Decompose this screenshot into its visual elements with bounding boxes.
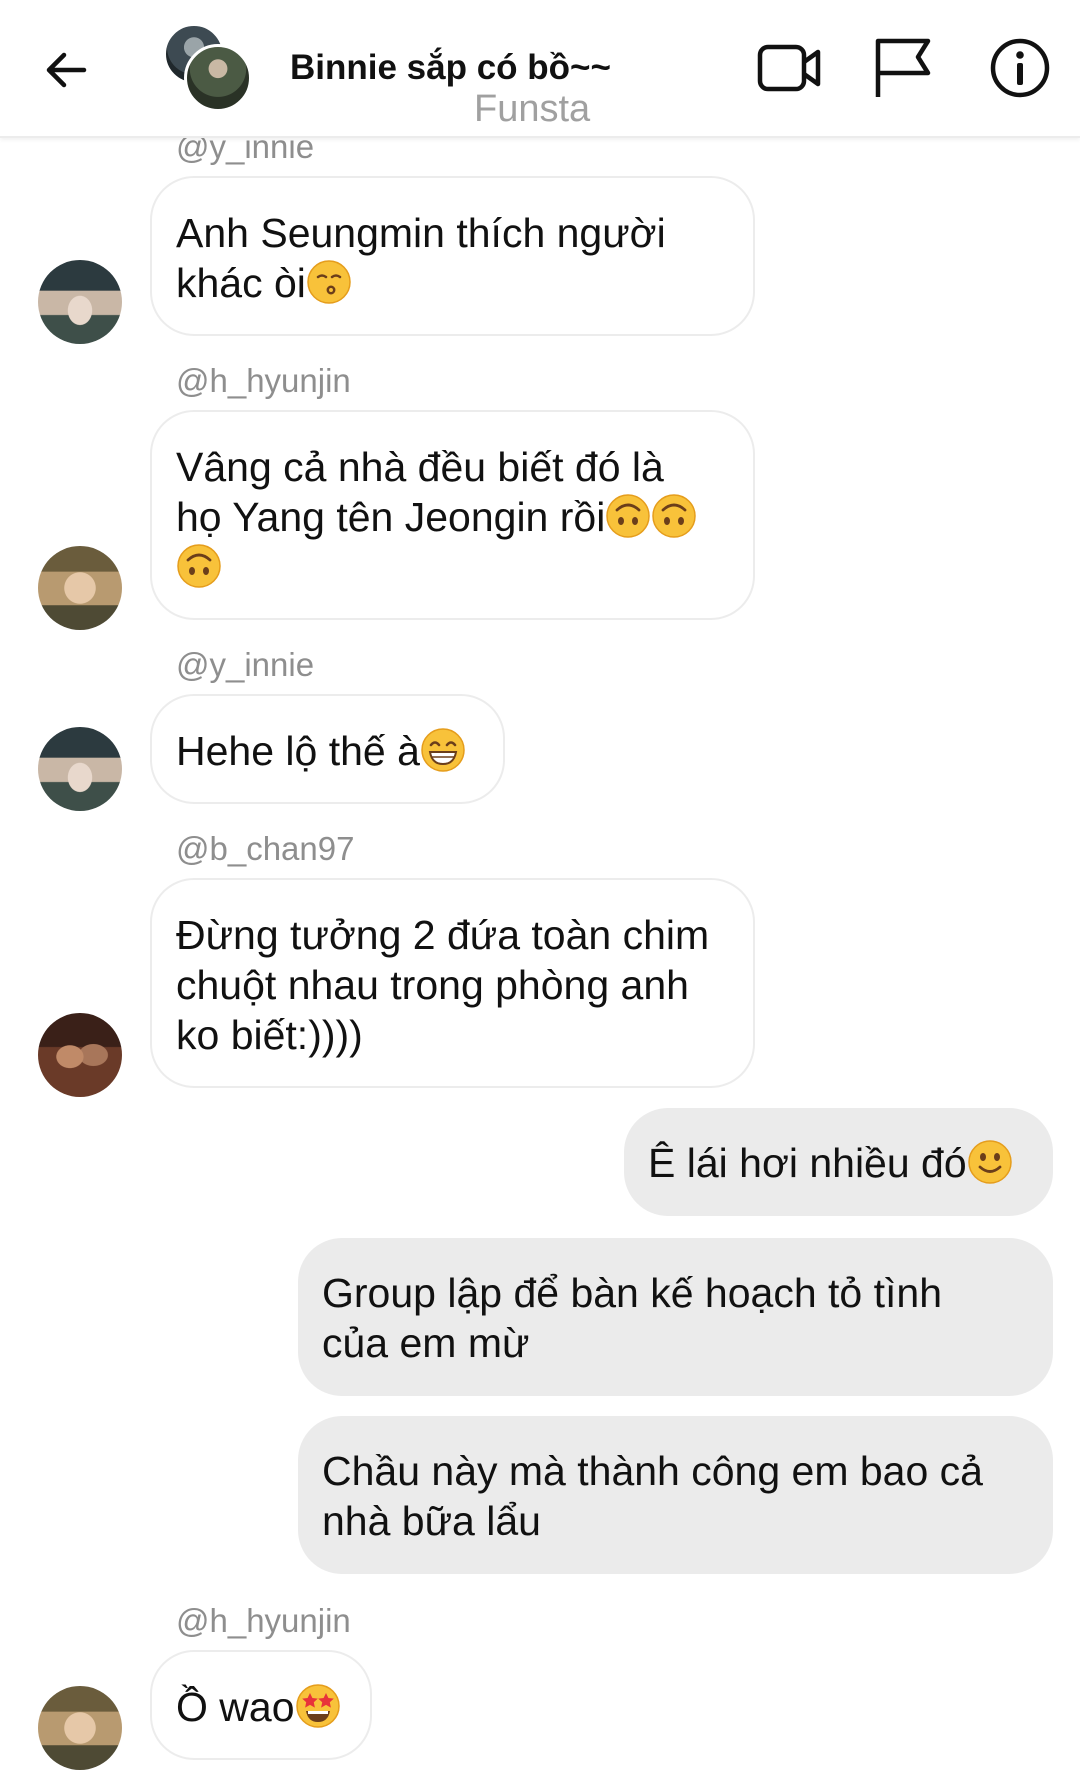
avatar[interactable] <box>38 260 122 344</box>
sender-username[interactable]: @h_hyunjin <box>176 1602 351 1640</box>
avatar[interactable] <box>38 727 122 811</box>
slightly-smiling-face-icon <box>967 1140 1012 1184</box>
message-line: Chầu này mà thành công em bao cả <box>322 1448 983 1494</box>
info-icon <box>990 38 1050 98</box>
message-line: Group lập để bàn kế hoạch tỏ tình <box>322 1270 943 1316</box>
sender-username[interactable]: @h_hyunjin <box>176 362 351 400</box>
avatar[interactable] <box>38 546 122 630</box>
grinning-face-icon <box>421 728 465 772</box>
back-button[interactable] <box>36 40 96 100</box>
chat-screen: Binnie sắp có bồ~~ Funsta @y_innie Anh S… <box>0 0 1080 1785</box>
message-bubble-own[interactable]: Chầu này mà thành công em bao cả nhà bữa… <box>298 1416 1053 1574</box>
video-call-button[interactable] <box>754 32 826 104</box>
chat-title[interactable]: Binnie sắp có bồ~~ <box>290 48 611 88</box>
message-line <box>176 542 729 592</box>
message-line: nhà bữa lẩu <box>322 1498 541 1544</box>
message-line: họ Yang tên Jeongin rồi <box>176 492 729 542</box>
video-call-icon <box>757 44 821 92</box>
message-bubble[interactable]: Hehe lộ thế à <box>150 694 505 804</box>
message-line: Ồ wao <box>176 1682 346 1732</box>
message-bubble-own[interactable]: Group lập để bàn kế hoạch tỏ tình của em… <box>298 1238 1053 1396</box>
avatar[interactable] <box>38 1686 122 1770</box>
message-line: Ê lái hơi nhiều đó <box>648 1138 1029 1188</box>
message-bubble[interactable]: Vâng cả nhà đều biết đó là họ Yang tên J… <box>150 410 755 620</box>
upside-down-face-icon <box>652 494 697 538</box>
message-bubble[interactable]: Đừng tưởng 2 đứa toàn chim chuột nhau tr… <box>150 878 755 1088</box>
message-line: Vâng cả nhà đều biết đó là <box>176 444 664 490</box>
chat-subtitle: Funsta <box>474 88 591 130</box>
upside-down-face-icon <box>177 544 221 588</box>
star-struck-face-icon <box>295 1684 340 1728</box>
sender-username[interactable]: @y_innie <box>176 646 314 684</box>
message-line: Anh Seungmin thích người <box>176 210 666 256</box>
report-button[interactable] <box>868 32 940 104</box>
upside-down-face-icon <box>606 494 651 538</box>
flag-icon <box>875 38 931 97</box>
kissing-face-icon <box>307 260 351 304</box>
back-arrow-icon <box>46 52 87 88</box>
info-button[interactable] <box>984 32 1056 104</box>
avatar[interactable] <box>38 1013 122 1097</box>
message-line: Đừng tưởng 2 đứa toàn chim <box>176 912 710 958</box>
group-avatar[interactable] <box>164 24 252 112</box>
message-line: chuột nhau trong phòng anh <box>176 962 689 1008</box>
message-line: của em mừ <box>322 1320 530 1366</box>
sender-username[interactable]: @b_chan97 <box>176 830 354 868</box>
message-line: khác òi <box>176 258 729 308</box>
group-avatar-front <box>184 44 252 112</box>
message-line: ko biết:)))) <box>176 1012 363 1058</box>
message-line: Hehe lộ thế à <box>176 726 479 776</box>
message-bubble[interactable]: Anh Seungmin thích người khác òi <box>150 176 755 336</box>
message-bubble-own[interactable]: Ê lái hơi nhiều đó <box>624 1108 1053 1216</box>
message-bubble[interactable]: Ồ wao <box>150 1650 372 1760</box>
